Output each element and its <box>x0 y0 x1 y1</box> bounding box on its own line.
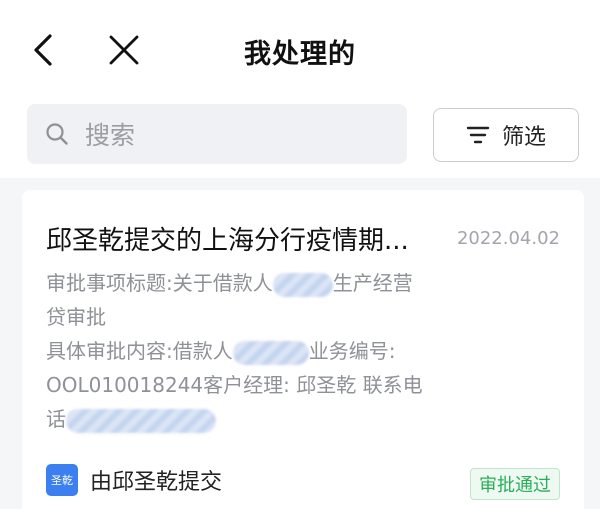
search-input[interactable]: 搜索 <box>27 104 407 164</box>
card-title: 邱圣乾提交的上海分行疫情期... <box>46 226 409 256</box>
avatar: 圣乾 <box>46 464 78 496</box>
card-line-3: 具体审批内容:借款人 业务编号: <box>46 339 396 365</box>
top-header: 我处理的 <box>0 0 600 100</box>
card-body: 审批事项标题:关于借款人 生产经营 贷审批 具体审批内容:借款人 业务编号: OOL… <box>46 266 466 436</box>
submitter-row: 圣乾 由邱圣乾提交 <box>46 464 222 496</box>
search-placeholder: 搜索 <box>85 121 136 150</box>
submitter-text: 由邱圣乾提交 <box>90 470 223 495</box>
status-badge: 审批通过 <box>470 468 560 500</box>
card-line-2: 贷审批 <box>46 305 106 329</box>
page-title: 我处理的 <box>244 39 356 70</box>
redacted-phone <box>66 408 216 433</box>
redacted-name <box>232 340 309 365</box>
search-icon <box>46 123 68 145</box>
approval-card[interactable]: 邱圣乾提交的上海分行疫情期... 2022.04.02 审批事项标题:关于借款人… <box>22 190 584 509</box>
filter-button[interactable]: 筛选 <box>433 108 579 162</box>
redacted-name <box>272 272 333 297</box>
search-bar: 搜索 筛选 <box>0 100 600 178</box>
card-line-1: 审批事项标题:关于借款人 生产经营 <box>46 271 413 297</box>
card-line-4: OOL010018244客户经理: 邱圣乾 联系电 <box>46 373 423 397</box>
filter-label: 筛选 <box>501 125 546 150</box>
card-line-5: 话 <box>46 402 466 436</box>
filter-icon <box>466 126 490 144</box>
card-date: 2022.04.02 <box>456 228 560 249</box>
